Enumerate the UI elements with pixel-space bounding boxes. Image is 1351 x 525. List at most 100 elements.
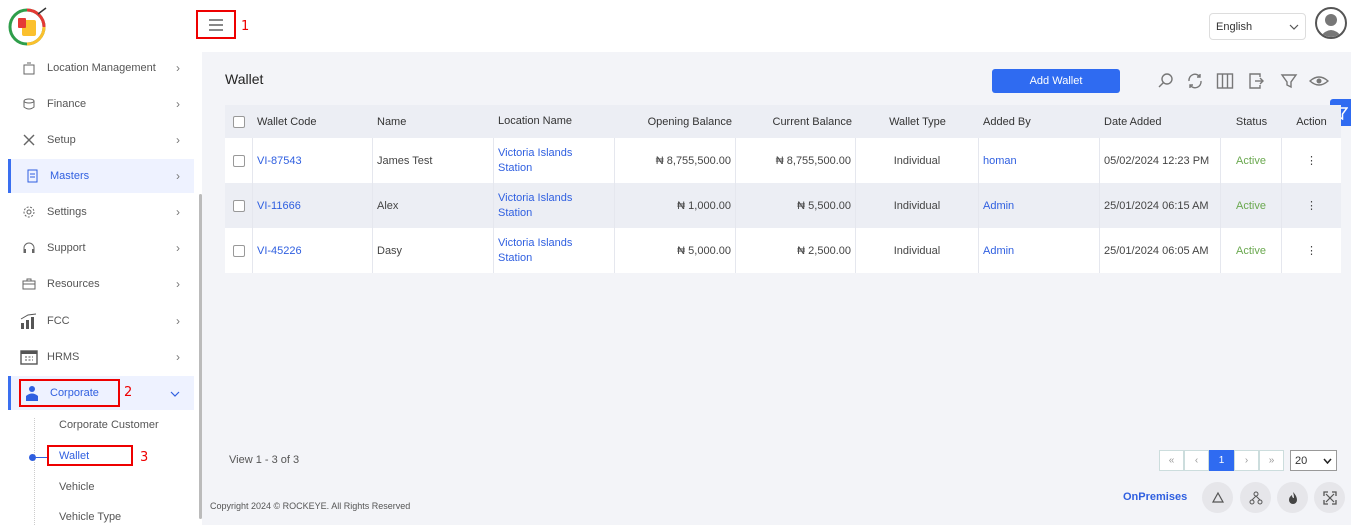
column-header[interactable]: Wallet Type bbox=[856, 105, 979, 138]
sidebar-item-hrms[interactable]: HRMS › bbox=[8, 340, 194, 374]
fire-icon[interactable] bbox=[1277, 482, 1308, 513]
chevron-right-icon: › bbox=[176, 97, 180, 111]
table-row[interactable]: VI-87543 James Test Victoria Islands Stat… bbox=[225, 138, 1341, 183]
wallet-table: Wallet Code Name Location Name Opening B… bbox=[225, 105, 1341, 273]
date-added: 25/01/2024 06:15 AM bbox=[1100, 183, 1221, 228]
wallet-type: Individual bbox=[856, 183, 979, 228]
table-row[interactable]: VI-45226 Dasy Victoria Islands Station ₦ … bbox=[225, 228, 1341, 273]
select-all-checkbox[interactable] bbox=[233, 115, 245, 128]
page-size-value: 20 bbox=[1295, 454, 1308, 467]
submenu-item-corporate-customer[interactable]: Corporate Customer bbox=[59, 419, 159, 431]
chevron-right-icon: › bbox=[176, 277, 180, 291]
page-1-button[interactable]: 1 bbox=[1209, 450, 1234, 471]
chevron-down-icon bbox=[1289, 24, 1299, 30]
last-page-button[interactable]: » bbox=[1259, 450, 1284, 471]
app-logo[interactable] bbox=[8, 6, 48, 46]
page-size-select[interactable]: 20 bbox=[1290, 450, 1337, 471]
location-link[interactable]: Victoria Islands Station bbox=[494, 138, 615, 183]
refresh-icon[interactable] bbox=[1186, 72, 1204, 90]
column-header: Action bbox=[1296, 115, 1327, 128]
sidebar-scrollbar[interactable] bbox=[199, 194, 202, 519]
eye-icon[interactable] bbox=[1308, 72, 1330, 90]
location-line-2: Station bbox=[498, 161, 533, 174]
columns-icon[interactable] bbox=[1216, 72, 1234, 90]
sidebar-item-setup[interactable]: Setup › bbox=[8, 123, 194, 157]
sidebar-item-masters[interactable]: Masters › bbox=[8, 159, 194, 193]
first-page-button[interactable]: « bbox=[1159, 450, 1184, 471]
row-checkbox[interactable] bbox=[232, 244, 245, 257]
wallet-name: James Test bbox=[373, 138, 494, 183]
coins-icon bbox=[20, 95, 38, 113]
column-header[interactable]: Wallet Code bbox=[253, 105, 373, 138]
current-balance: ₦ 8,755,500.00 bbox=[736, 138, 856, 183]
sidebar-item-location-management[interactable]: Location Management › bbox=[8, 51, 194, 85]
sidebar-item-label: Location Management bbox=[47, 62, 156, 74]
column-header[interactable]: Name bbox=[373, 105, 494, 138]
row-actions-button[interactable]: ⋮ bbox=[1282, 183, 1341, 228]
sidebar-item-finance[interactable]: Finance › bbox=[8, 87, 194, 121]
location-line-2: Station bbox=[498, 251, 533, 264]
menu-toggle-button[interactable] bbox=[196, 10, 236, 39]
building-icon bbox=[20, 59, 38, 77]
sidebar-item-label: Settings bbox=[47, 206, 87, 218]
sidebar-item-support[interactable]: Support › bbox=[8, 231, 194, 265]
row-checkbox[interactable] bbox=[232, 154, 245, 167]
sidebar-item-settings[interactable]: Settings › bbox=[8, 195, 194, 229]
export-icon[interactable] bbox=[1247, 72, 1265, 90]
added-by-link[interactable]: Admin bbox=[979, 183, 1100, 228]
row-actions-button[interactable]: ⋮ bbox=[1282, 228, 1341, 273]
row-select-cell bbox=[225, 138, 253, 183]
sidebar-item-fcc[interactable]: FCC › bbox=[8, 304, 194, 338]
search-icon[interactable] bbox=[1157, 72, 1175, 90]
column-header[interactable]: Status bbox=[1221, 105, 1282, 138]
next-page-button[interactable]: › bbox=[1234, 450, 1259, 471]
wallet-type: Individual bbox=[856, 138, 979, 183]
sidebar-item-label: Support bbox=[47, 242, 86, 254]
current-balance: ₦ 5,500.00 bbox=[736, 183, 856, 228]
current-balance: ₦ 2,500.00 bbox=[736, 228, 856, 273]
deployment-mode: OnPremises bbox=[1123, 491, 1188, 503]
network-icon[interactable] bbox=[1240, 482, 1271, 513]
wallet-code-link[interactable]: VI-87543 bbox=[253, 138, 373, 183]
column-header[interactable]: Location Name bbox=[494, 105, 615, 138]
opening-balance: ₦ 5,000.00 bbox=[615, 228, 736, 273]
location-link[interactable]: Victoria Islands Station bbox=[494, 228, 615, 273]
column-header[interactable]: Added By bbox=[979, 105, 1100, 138]
recycle-icon[interactable] bbox=[1202, 482, 1233, 513]
chevron-right-icon: › bbox=[176, 241, 180, 255]
user-avatar[interactable] bbox=[1315, 7, 1347, 39]
sidebar-item-resources[interactable]: Resources › bbox=[8, 267, 194, 301]
wallet-code-link[interactable]: VI-11666 bbox=[253, 183, 373, 228]
headset-icon bbox=[20, 239, 38, 257]
submenu-item-wallet[interactable]: Wallet bbox=[59, 450, 89, 462]
chevron-right-icon: › bbox=[176, 61, 180, 75]
column-header[interactable]: Date Added bbox=[1100, 105, 1221, 138]
submenu-item-vehicle[interactable]: Vehicle bbox=[59, 481, 94, 493]
added-by-link[interactable]: homan bbox=[979, 138, 1100, 183]
filter-icon[interactable] bbox=[1280, 72, 1298, 90]
submenu-item-vehicle-type[interactable]: Vehicle Type bbox=[59, 511, 121, 523]
select-all-cell bbox=[225, 105, 253, 138]
column-header[interactable]: Current Balance bbox=[736, 105, 856, 138]
add-wallet-button[interactable]: Add Wallet bbox=[992, 69, 1120, 93]
submenu-tree-line bbox=[34, 418, 35, 525]
added-by-link[interactable]: Admin bbox=[979, 228, 1100, 273]
chevron-right-icon: › bbox=[176, 205, 180, 219]
chevron-right-icon: › bbox=[176, 314, 180, 328]
language-select[interactable]: English bbox=[1209, 13, 1306, 40]
prev-page-button[interactable]: ‹ bbox=[1184, 450, 1209, 471]
row-select-cell bbox=[225, 228, 253, 273]
table-header: Wallet Code Name Location Name Opening B… bbox=[225, 105, 1341, 138]
location-link[interactable]: Victoria Islands Station bbox=[494, 183, 615, 228]
tools-icon bbox=[20, 131, 38, 149]
row-checkbox[interactable] bbox=[232, 199, 245, 212]
page-title: Wallet bbox=[225, 71, 264, 87]
column-header[interactable]: Opening Balance bbox=[615, 105, 736, 138]
row-actions-button[interactable]: ⋮ bbox=[1282, 138, 1341, 183]
fullscreen-icon[interactable] bbox=[1314, 482, 1345, 513]
wallet-code-link[interactable]: VI-45226 bbox=[253, 228, 373, 273]
wallet-name: Alex bbox=[373, 183, 494, 228]
briefcase-icon bbox=[20, 275, 38, 293]
table-row[interactable]: VI-11666 Alex Victoria Islands Station ₦ … bbox=[225, 183, 1341, 228]
opening-balance: ₦ 1,000.00 bbox=[615, 183, 736, 228]
